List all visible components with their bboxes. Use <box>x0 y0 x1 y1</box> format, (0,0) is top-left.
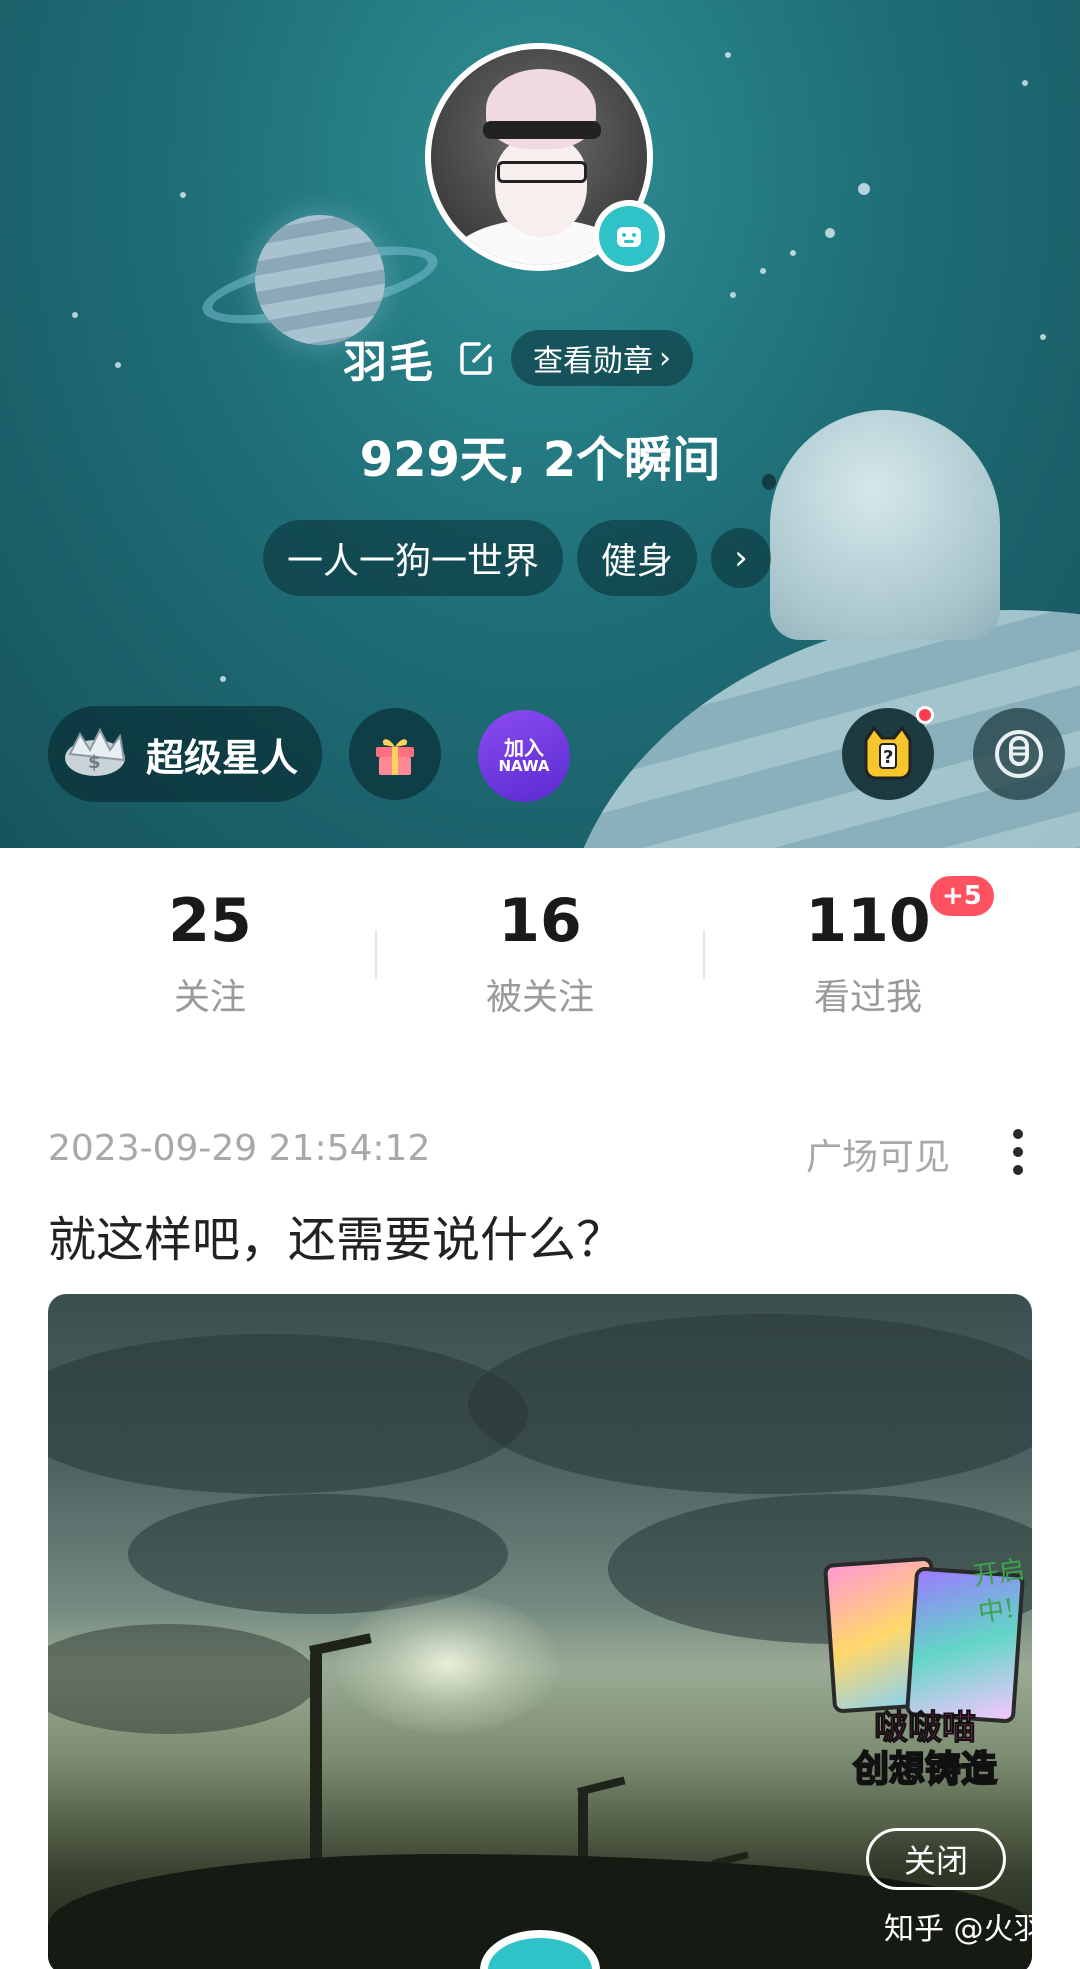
star-decoration <box>180 192 186 198</box>
profile-header: 羽毛 查看勋章 › 929天, 2个瞬间 一人一狗一世界 健身 › $ 超级星人 <box>0 0 1080 848</box>
tags-row: 一人一狗一世界 健身 › <box>263 520 772 596</box>
stat-followers-count: 16 <box>498 886 582 956</box>
avatar-badge[interactable] <box>593 200 665 272</box>
star-decoration <box>1040 334 1046 340</box>
more-vertical-icon[interactable] <box>998 1122 1038 1182</box>
watermark: 知乎 @火羽 <box>884 1912 1044 1947</box>
edit-icon[interactable] <box>457 338 497 378</box>
star-decoration <box>825 228 835 238</box>
star-decoration <box>115 362 121 368</box>
post-timestamp: 2023-09-29 21:54:12 <box>48 1128 431 1169</box>
svg-text:?: ? <box>883 747 893 768</box>
voice-button[interactable] <box>973 708 1065 800</box>
gift-icon <box>376 739 414 775</box>
star-decoration <box>725 52 731 58</box>
post-visibility: 广场可见 <box>805 1137 950 1178</box>
gift-button[interactable] <box>349 708 441 800</box>
star-decoration <box>220 676 226 682</box>
star-decoration <box>858 183 870 195</box>
notification-dot <box>916 706 934 724</box>
star-decoration <box>730 292 736 298</box>
star-decoration <box>1022 80 1028 86</box>
stat-visitors-label: 看过我 <box>813 977 922 1018</box>
post-meta: 2023-09-29 21:54:12 广场可见 <box>48 1128 1038 1178</box>
stat-followers-label: 被关注 <box>485 977 594 1018</box>
super-star-button[interactable]: $ 超级星人 <box>48 706 323 802</box>
tag-chip[interactable]: 一人一狗一世界 <box>263 520 564 596</box>
promo-title-bottom: 创想铸造 <box>852 1748 998 1791</box>
new-visitors-badge: +5 <box>930 876 994 916</box>
view-medals-button[interactable]: 查看勋章 › <box>511 330 693 386</box>
voice-icon <box>995 730 1043 778</box>
stat-followers[interactable]: 16 被关注 <box>440 888 640 1020</box>
promo-corner-note: 开启中! <box>971 1554 1027 1629</box>
promo-floating-ad[interactable]: 开启中! 啵啵喵 创想铸造 <box>820 1550 1060 1791</box>
name-row: 羽毛 查看勋章 › <box>343 328 693 388</box>
post-text: 就这样吧，还需要说什么？ <box>48 1212 625 1268</box>
stat-following[interactable]: 25 关注 <box>110 888 310 1020</box>
tag-chip[interactable]: 健身 <box>577 520 698 596</box>
join-nawa-button[interactable]: 加入 NAWA <box>478 710 570 802</box>
stat-following-label: 关注 <box>173 977 246 1018</box>
view-medals-label: 查看勋章 <box>533 344 653 379</box>
sun-glow <box>338 1594 558 1734</box>
robot-badge-icon <box>599 206 659 266</box>
join-nawa-line2: NAWA <box>498 756 550 775</box>
super-star-crown-icon: $ <box>65 727 126 776</box>
divider <box>703 930 705 980</box>
star-decoration <box>790 250 796 256</box>
close-promo-button[interactable]: 关闭 <box>866 1828 1006 1890</box>
star-decoration <box>760 268 766 274</box>
user-name: 羽毛 <box>343 337 435 388</box>
tags-more-chevron-icon[interactable]: › <box>711 528 772 588</box>
stat-following-count: 25 <box>168 886 252 956</box>
svg-text:$: $ <box>88 752 101 773</box>
days-summary: 929天, 2个瞬间 <box>359 432 721 488</box>
star-decoration <box>72 312 78 318</box>
divider <box>375 930 377 980</box>
cat-question-icon: ? <box>864 725 912 780</box>
join-nawa-line1: 加入 <box>504 735 544 760</box>
chevron-right-icon: › <box>659 340 671 376</box>
stats-bar: 25 关注 16 被关注 110 看过我 +5 <box>0 848 1080 1048</box>
super-star-label: 超级星人 <box>146 735 299 780</box>
header-actions: $ 超级星人 加入 NAWA ? <box>0 706 1080 806</box>
